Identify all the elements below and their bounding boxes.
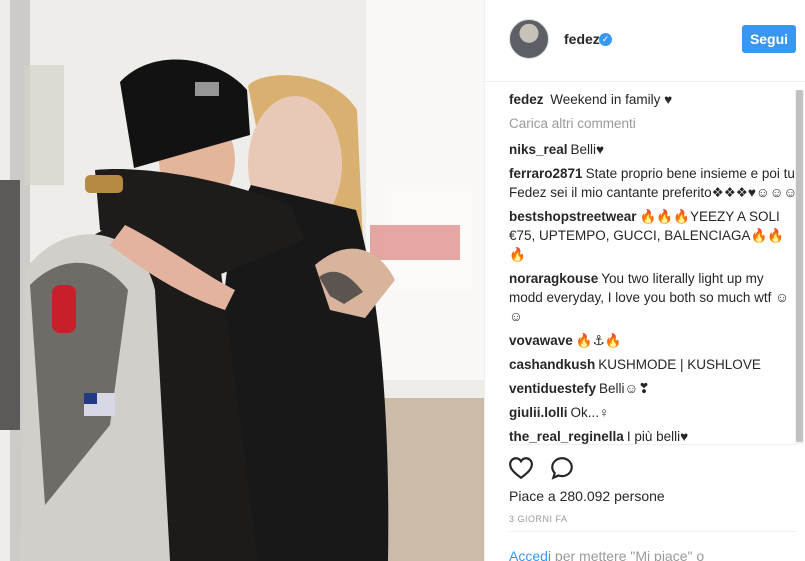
- comment-list: fedez Weekend in family ♥ Carica altri c…: [509, 90, 799, 444]
- comment-username[interactable]: noraragkouse: [509, 271, 598, 286]
- heart-icon[interactable]: [508, 455, 534, 481]
- post-username[interactable]: fedez: [564, 31, 600, 47]
- caption-text: Weekend in family ♥: [550, 92, 673, 107]
- comment-item: vovawave 🔥⚓🔥: [509, 331, 799, 350]
- login-text: per mettere "Mi piace" o: [551, 548, 705, 561]
- caption-username[interactable]: fedez: [509, 92, 544, 107]
- load-more-comments-button[interactable]: Carica altri commenti: [509, 114, 799, 133]
- comment-username[interactable]: bestshopstreetwear: [509, 209, 637, 224]
- comment-item: noraragkouse You two literally light up m…: [509, 269, 799, 326]
- comment-username[interactable]: ventiduestefy: [509, 381, 596, 396]
- caption: fedez Weekend in family ♥: [509, 90, 799, 109]
- speech-bubble-icon[interactable]: [549, 455, 575, 481]
- follow-button[interactable]: Segui: [742, 25, 796, 53]
- comment-username[interactable]: cashandkush: [509, 357, 595, 372]
- verified-badge-icon: ✓: [599, 33, 612, 46]
- comment-text: KUSHMODE | KUSHLOVE: [598, 357, 761, 372]
- login-link[interactable]: Accedi: [509, 548, 551, 561]
- post-image: [0, 0, 484, 561]
- comments-scrollbar[interactable]: [795, 90, 804, 444]
- comment-text: I più belli♥: [626, 429, 689, 444]
- post-header: fedez ✓ Segui: [485, 0, 805, 82]
- likes-count[interactable]: Piace a 280.092 persone: [509, 488, 665, 504]
- comment-item: the_real_reginella I più belli♥: [509, 427, 799, 444]
- avatar[interactable]: [509, 19, 549, 59]
- login-prompt: Accedi per mettere "Mi piace" o: [509, 548, 704, 561]
- comment-text: Ok...♀: [570, 405, 610, 420]
- comment-username[interactable]: niks_real: [509, 142, 568, 157]
- comment-item: ferraro2871 State proprio bene insieme e …: [509, 164, 799, 202]
- post-timestamp: 3 GIORNI FA: [509, 514, 568, 524]
- comment-text: Belli♥: [570, 142, 605, 157]
- comment-item: giulii.lolli Ok...♀: [509, 403, 799, 422]
- comment-item: bestshopstreetwear 🔥🔥🔥YEEZY A SOLI €75, U…: [509, 207, 799, 264]
- post-side-panel: fedez ✓ Segui fedez Weekend in family ♥ …: [484, 0, 805, 561]
- comment-username[interactable]: the_real_reginella: [509, 429, 624, 444]
- comment-username[interactable]: ferraro2871: [509, 166, 583, 181]
- divider: [509, 531, 796, 532]
- comment-item: cashandkush KUSHMODE | KUSHLOVE: [509, 355, 799, 374]
- scrollbar-thumb[interactable]: [796, 90, 803, 442]
- post-photo[interactable]: [0, 0, 484, 561]
- divider: [509, 444, 796, 445]
- comment-item: ventiduestefy Belli☺❣: [509, 379, 799, 398]
- comment-text: Belli☺❣: [599, 381, 650, 396]
- comment-username[interactable]: giulii.lolli: [509, 405, 568, 420]
- comment-item: niks_real Belli♥: [509, 140, 799, 159]
- comment-username[interactable]: vovawave: [509, 333, 573, 348]
- comment-text: 🔥⚓🔥: [575, 333, 622, 348]
